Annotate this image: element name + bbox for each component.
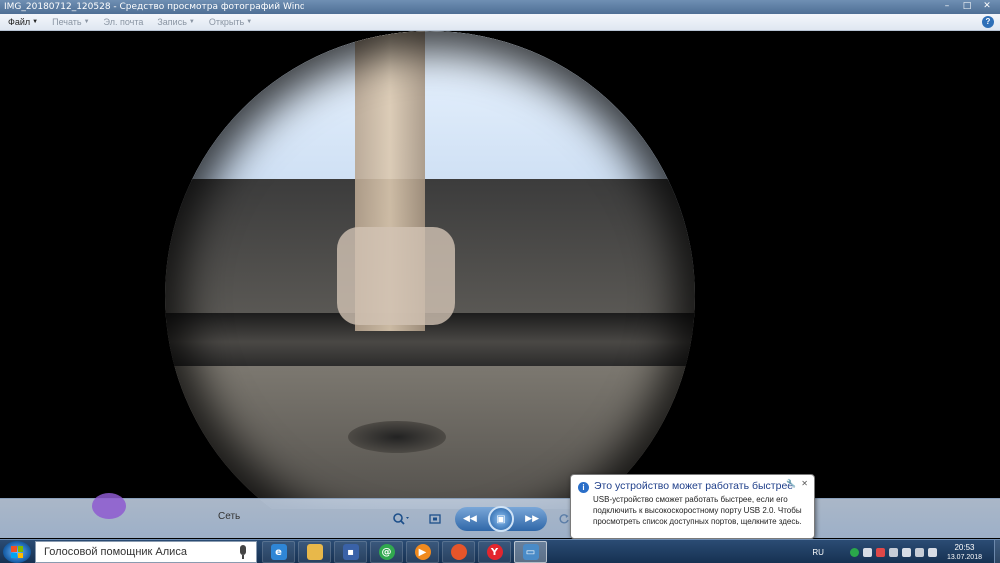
taskbar-app-explorer[interactable]: [298, 541, 331, 563]
maximize-button[interactable]: □: [958, 0, 976, 12]
window-controls: – □ ✕: [938, 0, 996, 12]
help-icon[interactable]: ?: [982, 16, 994, 28]
menu-bar: Файл ▼ Печать ▼ Эл. почта Запись ▼ Откры…: [0, 14, 1000, 31]
search-placeholder: Голосовой помощник Алиса: [44, 546, 187, 558]
menu-open[interactable]: Открыть ▼: [209, 17, 252, 27]
clock[interactable]: 20:53 13.07.2018: [947, 543, 982, 562]
background-text: Сеть: [218, 511, 241, 522]
photo-viewer-window: IMG_20180712_120528 - Средство просмотра…: [0, 0, 1000, 563]
microphone-icon[interactable]: [240, 545, 246, 555]
close-button[interactable]: ✕: [978, 0, 996, 12]
chevron-down-icon: ▼: [246, 19, 253, 25]
zoom-icon[interactable]: [390, 510, 412, 528]
tray-icons: [849, 547, 937, 557]
fit-window-icon[interactable]: [426, 510, 444, 528]
taskbar-app-internet-explorer[interactable]: e: [262, 541, 295, 563]
slideshow-button[interactable]: ▣: [488, 506, 514, 532]
menu-burn[interactable]: Запись ▼: [157, 17, 194, 27]
file-explorer-icon: [306, 544, 323, 560]
menu-email[interactable]: Эл. почта: [104, 17, 144, 27]
menu-file[interactable]: Файл ▼: [8, 17, 38, 27]
network-icon[interactable]: [888, 547, 898, 557]
show-desktop-button[interactable]: [994, 540, 1000, 563]
chevron-down-icon: ▼: [32, 19, 39, 25]
next-icon[interactable]: ▶▶: [525, 514, 539, 524]
start-button[interactable]: [3, 541, 31, 563]
chevron-down-icon: ▼: [83, 19, 90, 25]
window-title: IMG_20180712_120528 - Средство просмотра…: [4, 2, 304, 12]
menu-open-label: Открыть: [208, 17, 245, 27]
menu-print-label: Печать: [52, 17, 82, 27]
chevron-down-icon: ▼: [188, 19, 195, 25]
windows-logo-icon: [11, 546, 23, 558]
menu-burn-label: Запись: [157, 17, 187, 27]
media-player-icon: ▶: [414, 544, 431, 560]
close-icon[interactable]: ✕: [801, 479, 808, 488]
voice-assistant-search[interactable]: Голосовой помощник Алиса: [35, 541, 257, 563]
volume-icon[interactable]: [901, 547, 911, 557]
minimize-button[interactable]: –: [938, 0, 956, 12]
save-disk-icon: ▪: [342, 544, 359, 560]
taskbar-app-firefox[interactable]: [442, 541, 475, 563]
taskbar-app-photo-viewer[interactable]: ▭: [514, 541, 547, 563]
yandex-browser-icon: Y: [486, 544, 503, 560]
usb-notification-balloon[interactable]: i Это устройство может работать быстрее …: [570, 474, 815, 539]
navigation-group: ◀◀ ▣ ▶▶: [455, 506, 547, 532]
firefox-icon: [450, 544, 467, 560]
purple-app-icon: [92, 493, 126, 519]
menu-file-label: Файл: [8, 17, 31, 27]
email-at-icon: @: [378, 544, 395, 560]
microscope-photo: [165, 31, 695, 509]
photo-canvas: [0, 31, 1000, 509]
internet-explorer-icon: e: [270, 544, 287, 560]
menu-print[interactable]: Печать ▼: [52, 17, 89, 27]
notification-controls: 🔧 ✕: [786, 479, 808, 488]
clock-date: 13.07.2018: [946, 553, 982, 561]
taskbar-app-media[interactable]: ▶: [406, 541, 439, 563]
usb-icon[interactable]: [927, 547, 937, 557]
previous-icon[interactable]: ◀◀: [463, 514, 477, 524]
notification-title: Это устройство может работать быстрее: [594, 480, 794, 492]
menu-email-label: Эл. почта: [103, 17, 144, 27]
taskbar-app-yandex[interactable]: Y: [478, 541, 511, 563]
viewer-controls-bar: Сеть ◀◀ ▣ ▶▶: [0, 493, 1000, 538]
monitor-icon[interactable]: [914, 547, 924, 557]
settings-wrench-icon[interactable]: 🔧: [786, 479, 796, 488]
notification-body[interactable]: USB-устройство сможет работать быстрее, …: [593, 494, 803, 527]
system-tray: RU 20:53 13.07.2018: [812, 540, 1000, 563]
taskbar-app-mail[interactable]: @: [370, 541, 403, 563]
photo-viewer-icon: ▭: [522, 544, 539, 560]
whatsapp-icon[interactable]: [849, 547, 859, 557]
clock-time: 20:53: [954, 542, 975, 552]
taskbar-app-save[interactable]: ▪: [334, 541, 367, 563]
info-icon: i: [578, 482, 589, 493]
language-indicator[interactable]: RU: [812, 548, 824, 557]
flag-tray-icon[interactable]: [875, 547, 885, 557]
taskbar-apps: e ▪ @ ▶ Y ▭: [262, 541, 547, 563]
title-bar: IMG_20180712_120528 - Средство просмотра…: [0, 0, 1000, 14]
mail-tray-icon[interactable]: [862, 547, 872, 557]
taskbar: Голосовой помощник Алиса e ▪ @ ▶ Y ▭ RU …: [0, 539, 1000, 563]
